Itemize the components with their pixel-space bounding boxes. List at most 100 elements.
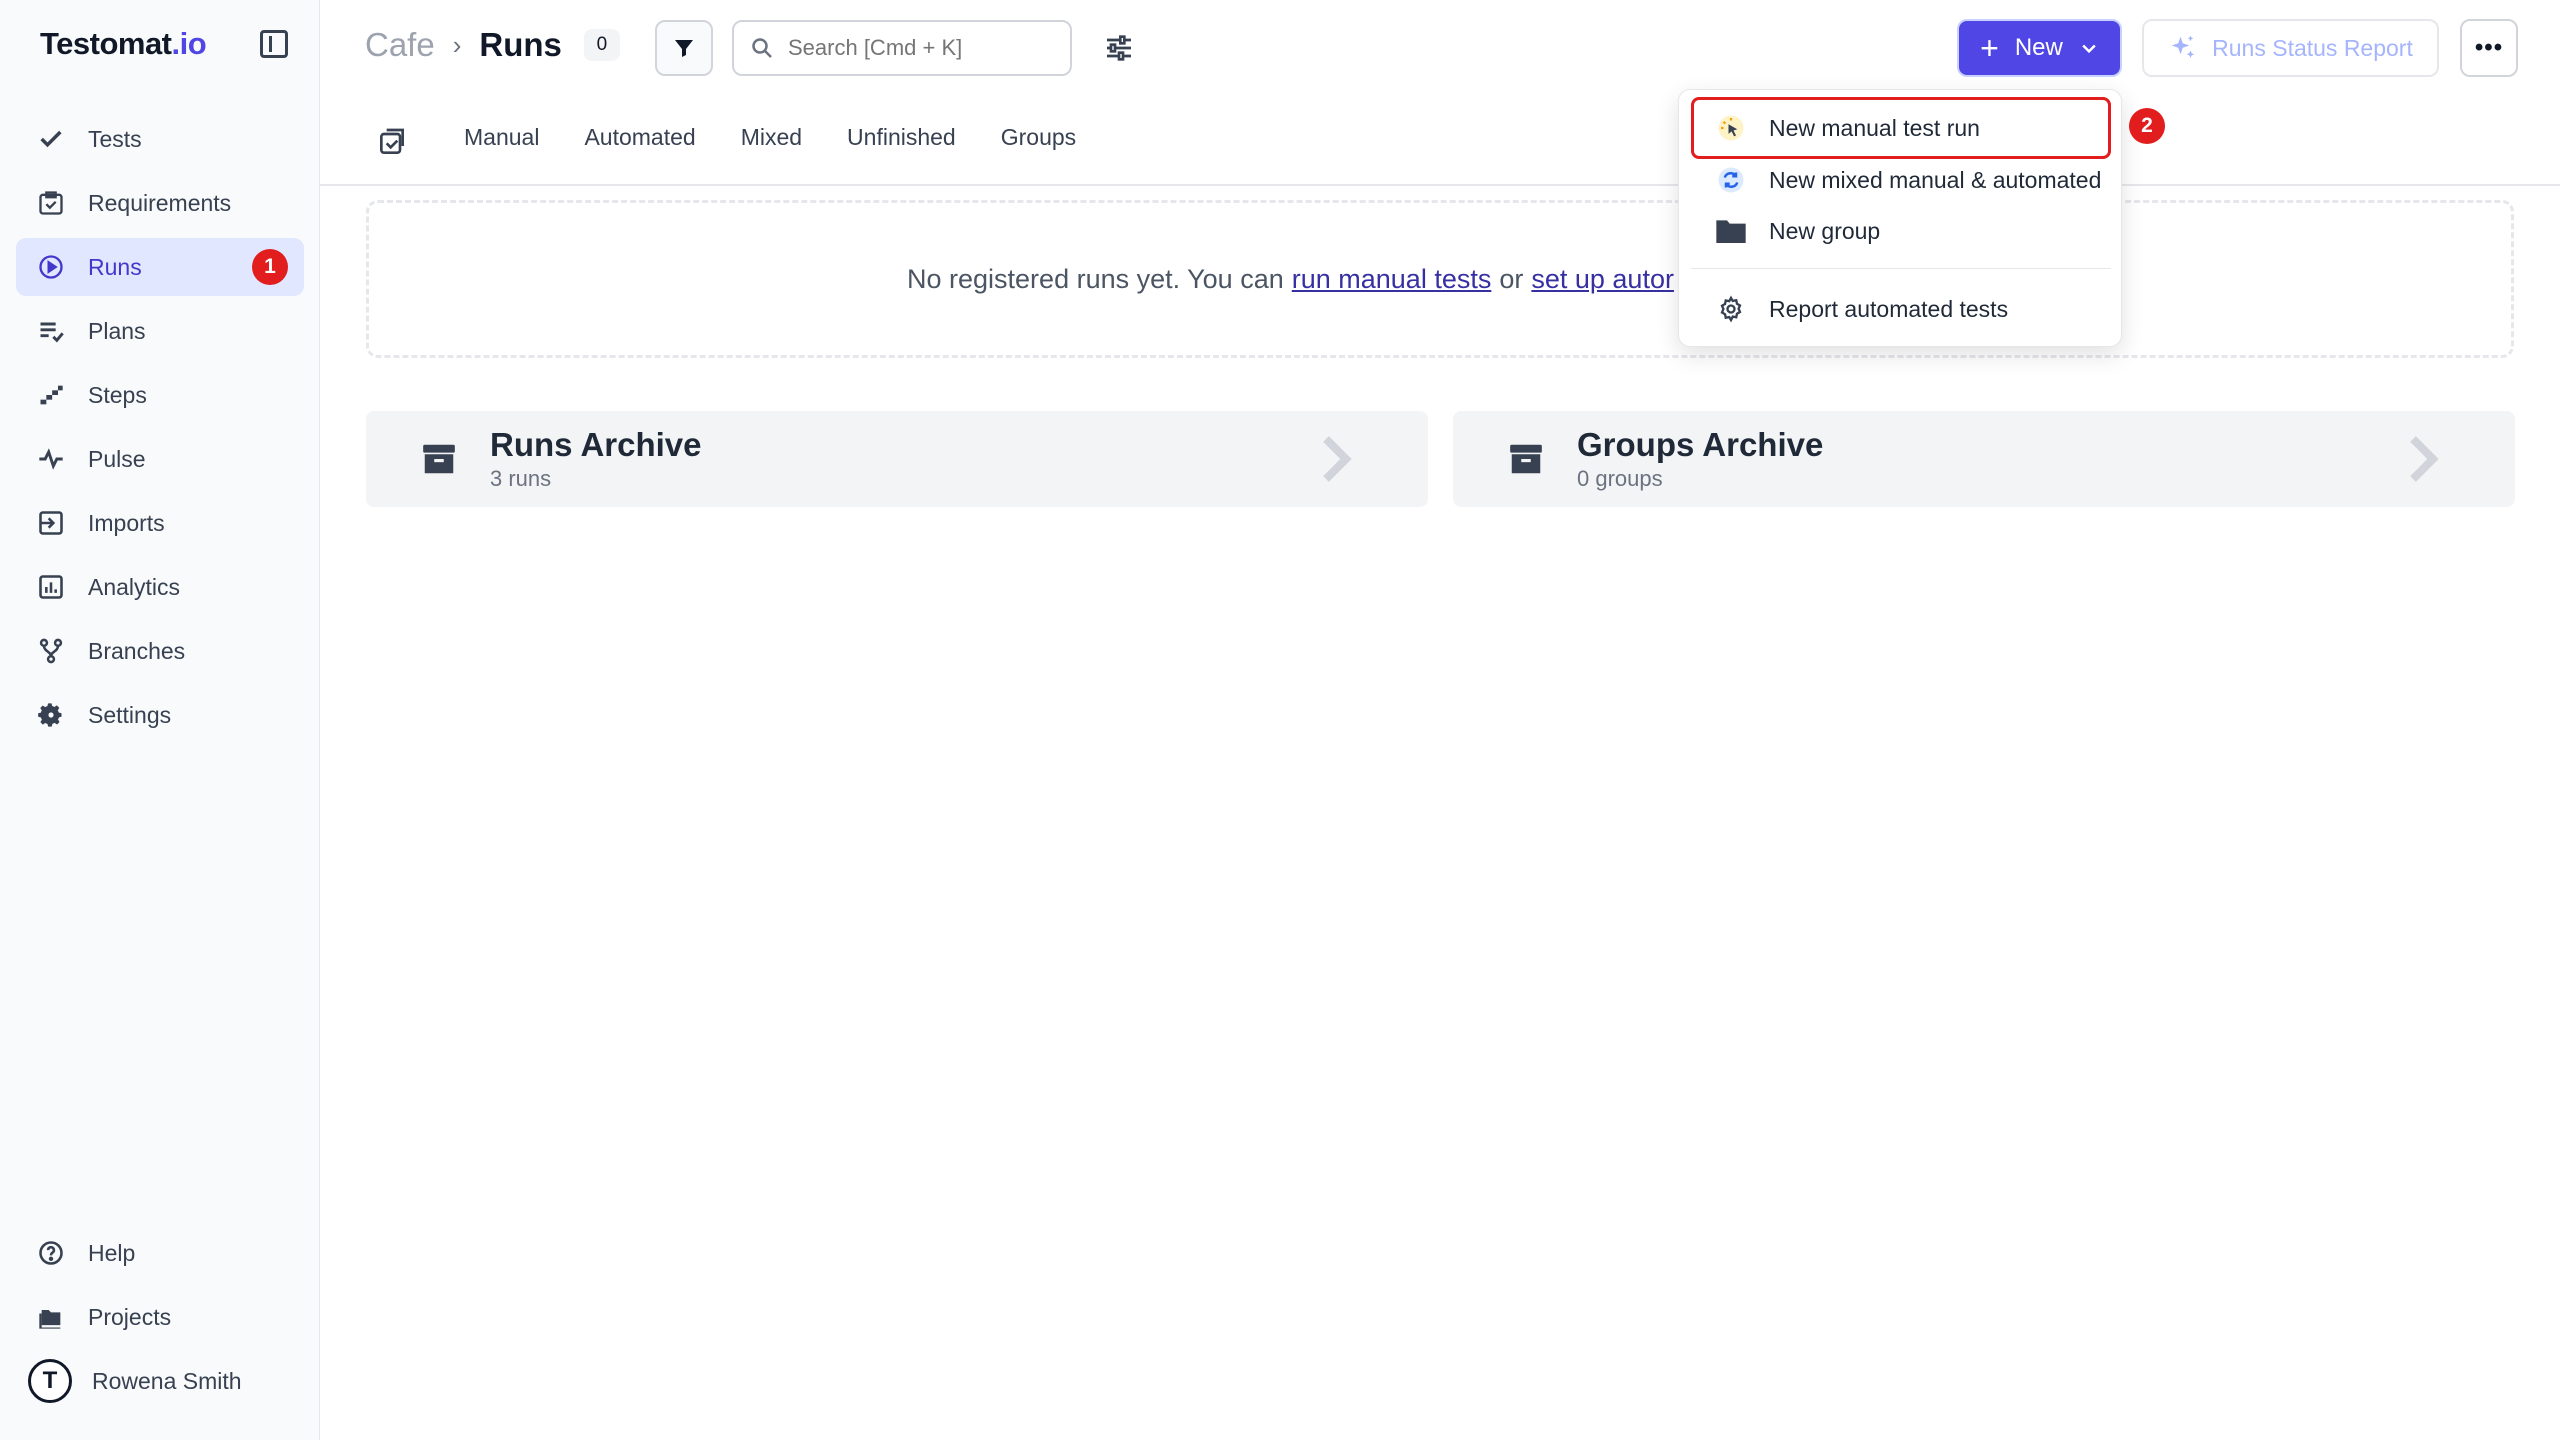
run-manual-tests-link[interactable]: run manual tests [1292,264,1492,295]
sidebar-item-imports[interactable]: Imports [16,494,304,552]
chevron-right-icon [1323,436,1352,482]
setup-automation-link[interactable]: set up autor [1531,264,1674,295]
sidebar-item-label: Help [88,1239,136,1266]
sparkles-icon [2171,35,2195,58]
user-name: Rowena Smith [92,1367,242,1394]
gear-icon [36,700,66,730]
breadcrumb-project[interactable]: Cafe [365,26,435,64]
sidebar-item-label: Plans [88,317,146,344]
tab-manual[interactable]: Manual [464,124,539,151]
sidebar-item-label: Analytics [88,573,181,600]
folder-icon [1715,215,1747,247]
menu-item-label: New group [1769,217,1881,244]
sidebar-item-analytics[interactable]: Analytics [16,558,304,616]
menu-item-label: New manual test run [1769,114,1980,141]
tab-mixed[interactable]: Mixed [741,124,802,151]
runs-tabs: Manual Automated Mixed Unfinished Groups [320,110,2560,186]
new-button-label: New [2014,34,2063,61]
menu-divider [1691,268,2111,269]
sidebar-nav: Tests Requirements Runs 1 Plans Steps Pu… [16,110,304,750]
groups-archive-card[interactable]: Groups Archive 0 groups [1453,411,2515,507]
clipboard-check-icon [36,188,66,218]
step-badge: 2 [2129,108,2165,144]
more-options-button[interactable]: ••• [2460,19,2518,77]
search-input[interactable] [788,35,1048,61]
logo-suffix: .io [171,26,207,61]
pulse-icon [36,444,66,474]
filter-button[interactable] [655,20,713,76]
sidebar-item-label: Steps [88,381,147,408]
menu-item-label: Report automated tests [1769,295,2009,322]
manual-run-icon [1715,112,1747,144]
logo-text: Testomat [40,26,172,61]
archive-icon [1510,444,1542,474]
mixed-run-icon [1715,164,1747,196]
sidebar-item-help[interactable]: Help [16,1224,304,1282]
sidebar-item-label: Settings [88,701,172,728]
sidebar-item-settings[interactable]: Settings [16,686,304,744]
top-header: Cafe › Runs 0 + New Runs Status Report •… [320,0,2560,96]
new-button[interactable]: + New [1957,19,2122,77]
tab-automated[interactable]: Automated [584,124,695,151]
step-badge: 1 [252,249,288,285]
collapse-sidebar-icon[interactable] [260,30,288,58]
archive-count: 3 runs [490,466,552,491]
menu-item-new-manual-run[interactable]: New manual test run [1691,97,2111,159]
chevron-down-icon [2082,44,2096,54]
menu-item-new-group[interactable]: New group [1691,206,2111,256]
sidebar-item-label: Runs [88,253,142,280]
archive-title: Groups Archive [1577,426,1824,463]
ellipsis-icon: ••• [2474,34,2504,61]
tab-groups[interactable]: Groups [1001,124,1076,151]
tab-unfinished[interactable]: Unfinished [847,124,956,151]
sidebar-item-projects[interactable]: Projects [16,1288,304,1346]
sidebar-item-label: Pulse [88,445,146,472]
user-profile[interactable]: T Rowena Smith [16,1352,304,1410]
search-box[interactable] [732,20,1072,76]
tab-list: Manual Automated Mixed Unfinished Groups [464,124,1121,151]
menu-item-label: New mixed manual & automated [1769,166,2102,193]
gear-icon [1715,293,1747,325]
sidebar-item-label: Projects [88,1303,172,1330]
runs-status-report-button[interactable]: Runs Status Report [2142,19,2439,77]
sidebar-item-pulse[interactable]: Pulse [16,430,304,488]
archive-count: 0 groups [1577,466,1663,491]
report-button-label: Runs Status Report [2212,34,2413,61]
sidebar-item-branches[interactable]: Branches [16,622,304,680]
archive-title: Runs Archive [490,426,702,463]
avatar: T [28,1359,72,1403]
play-circle-icon [36,252,66,282]
empty-state-or: or [1499,263,1524,294]
sidebar-item-label: Requirements [88,189,232,216]
empty-state: No registered runs yet. You can run manu… [366,200,2514,358]
filter-icon [675,40,693,57]
breadcrumb: Cafe › Runs 0 [365,26,620,64]
analytics-icon [36,572,66,602]
breadcrumb-separator: › [452,29,462,60]
folders-icon [36,1302,66,1332]
menu-item-report-automated[interactable]: Report automated tests [1691,284,2111,334]
sidebar-item-steps[interactable]: Steps [16,366,304,424]
sidebar-item-tests[interactable]: Tests [16,110,304,168]
check-icon [36,124,66,154]
runs-count-badge: 0 [583,29,620,61]
sidebar-item-plans[interactable]: Plans [16,302,304,360]
list-check-icon [36,316,66,346]
sidebar-item-label: Branches [88,637,186,664]
runs-archive-card[interactable]: Runs Archive 3 runs [366,411,1428,507]
sidebar-item-requirements[interactable]: Requirements [16,174,304,232]
sidebar-item-runs[interactable]: Runs 1 [16,238,304,296]
import-icon [36,508,66,538]
empty-state-text: No registered runs yet. You can [907,263,1284,294]
select-runs-icon[interactable] [376,126,408,158]
sliders-icon[interactable] [1103,32,1135,64]
sidebar: Testomat.io Tests Requirements Runs 1 Pl… [0,0,320,1440]
sidebar-item-label: Tests [88,125,142,152]
search-icon [752,38,772,58]
menu-item-new-mixed-run[interactable]: New mixed manual & automated [1691,155,2111,205]
logo[interactable]: Testomat.io [40,26,207,62]
sidebar-bottom: Help Projects T Rowena Smith [16,1224,304,1410]
branch-icon [36,636,66,666]
page-title: Runs [479,26,562,63]
help-icon [36,1238,66,1268]
